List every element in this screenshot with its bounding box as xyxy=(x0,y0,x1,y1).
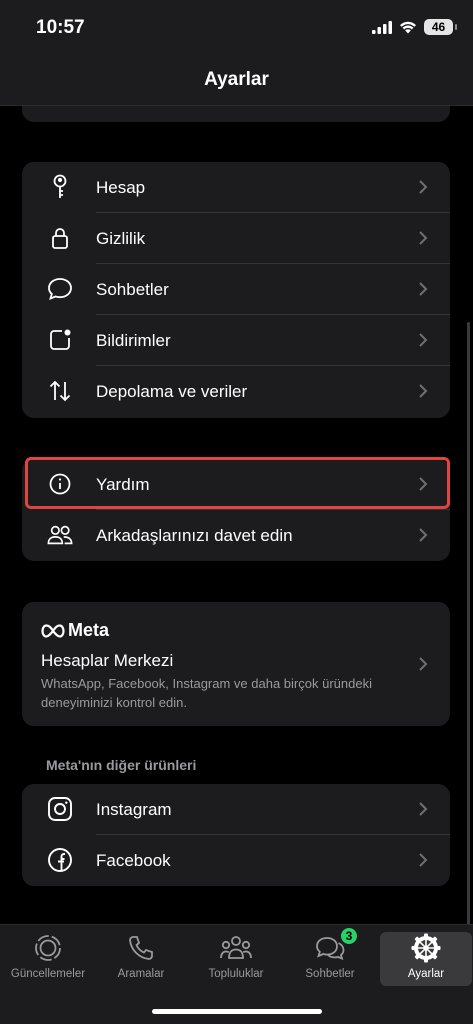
settings-item-facebook[interactable]: Facebook xyxy=(22,835,450,886)
settings-item-label: Arkadaşlarınızı davet edin xyxy=(96,525,293,545)
tab-settings[interactable]: Ayarlar xyxy=(380,932,472,986)
tab-communities[interactable]: Topluluklar xyxy=(190,932,282,986)
home-indicator xyxy=(152,1009,322,1014)
status-icons: 46 xyxy=(372,19,457,35)
settings-item-label: Hesap xyxy=(96,177,146,197)
accounts-center-description: WhatsApp, Facebook, Instagram ve daha bi… xyxy=(41,676,372,710)
settings-item-label: Sohbetler xyxy=(96,279,169,299)
settings-item-label: Instagram xyxy=(96,799,172,819)
settings-item-label: Facebook xyxy=(96,850,171,870)
storage-arrows-icon xyxy=(47,378,73,404)
status-time: 10:57 xyxy=(36,17,85,38)
chevron-right-icon xyxy=(419,853,428,867)
chat-bubble-icon xyxy=(47,276,73,302)
settings-item-instagram[interactable]: Instagram xyxy=(22,784,450,835)
settings-item-label: Depolama ve veriler xyxy=(96,381,248,401)
tab-label: Aramalar xyxy=(117,968,165,980)
settings-item-help[interactable]: Yardım xyxy=(22,459,450,510)
tab-chats[interactable]: 3 Sohbetler xyxy=(284,926,376,986)
help-group: Yardım Arkadaşlarınızı davet edin xyxy=(22,459,450,561)
tab-label: Sohbetler xyxy=(305,968,355,980)
settings-item-label: Gizlilik xyxy=(96,228,146,248)
settings-item-notifications[interactable]: Bildirimler xyxy=(22,315,450,366)
settings-icon xyxy=(409,932,443,964)
settings-group: Hesap Gizlilik Sohbetler Bildirimler Dep… xyxy=(22,162,450,418)
tab-label: Ayarlar xyxy=(407,968,445,980)
chevron-right-icon xyxy=(419,384,428,398)
wifi-icon xyxy=(400,21,416,33)
nav-bar: Ayarlar xyxy=(0,56,473,106)
notification-icon xyxy=(47,327,73,353)
unread-badge: 3 xyxy=(339,926,359,946)
settings-item-label: Bildirimler xyxy=(96,330,171,350)
tab-updates[interactable]: Güncellemeler xyxy=(2,932,94,986)
lock-icon xyxy=(47,225,73,251)
facebook-icon xyxy=(47,847,73,873)
chevron-right-icon xyxy=(419,282,428,296)
other-products-group: Instagram Facebook xyxy=(22,784,450,886)
settings-item-storage[interactable]: Depolama ve veriler xyxy=(22,366,450,417)
instagram-icon xyxy=(47,796,73,822)
chevron-right-icon xyxy=(419,231,428,245)
tab-calls[interactable]: Aramalar xyxy=(95,932,187,986)
tab-label: Güncellemeler xyxy=(10,968,86,980)
chevron-right-icon xyxy=(419,477,428,491)
meta-logo-text: Meta xyxy=(68,620,110,640)
info-icon xyxy=(47,471,73,497)
communities-icon xyxy=(219,932,253,964)
accounts-center-title: Hesaplar Merkezi xyxy=(41,651,174,670)
phone-icon xyxy=(124,932,158,964)
signal-icon xyxy=(372,20,392,34)
profile-card-edge xyxy=(22,106,450,122)
scrollbar[interactable] xyxy=(467,322,470,927)
chevron-right-icon xyxy=(419,180,428,194)
settings-item-label: Yardım xyxy=(96,474,150,494)
settings-item-account[interactable]: Hesap xyxy=(22,162,450,213)
tab-bar: Güncellemeler Aramalar Topluluklar 3 Soh… xyxy=(0,924,473,1024)
section-header-other-products: Meta'nın diğer ürünleri xyxy=(46,757,197,773)
chats-icon: 3 xyxy=(313,926,359,964)
tab-label: Topluluklar xyxy=(208,968,264,980)
chevron-right-icon xyxy=(419,333,428,347)
accounts-center-card[interactable]: Meta Hesaplar Merkezi WhatsApp, Facebook… xyxy=(22,602,450,726)
chevron-right-icon xyxy=(419,528,428,542)
key-icon xyxy=(47,174,73,200)
updates-icon xyxy=(31,932,65,964)
chevron-right-icon xyxy=(419,802,428,816)
chevron-right-icon xyxy=(419,657,428,671)
page-title: Ayarlar xyxy=(204,69,269,90)
people-icon xyxy=(47,522,73,548)
meta-infinity-icon xyxy=(41,623,65,638)
battery-indicator: 46 xyxy=(424,19,457,35)
meta-logo: Meta xyxy=(41,620,109,641)
settings-item-chats[interactable]: Sohbetler xyxy=(22,264,450,315)
status-bar: 10:57 46 xyxy=(0,0,473,56)
settings-item-invite-friends[interactable]: Arkadaşlarınızı davet edin xyxy=(22,510,450,561)
settings-item-privacy[interactable]: Gizlilik xyxy=(22,213,450,264)
